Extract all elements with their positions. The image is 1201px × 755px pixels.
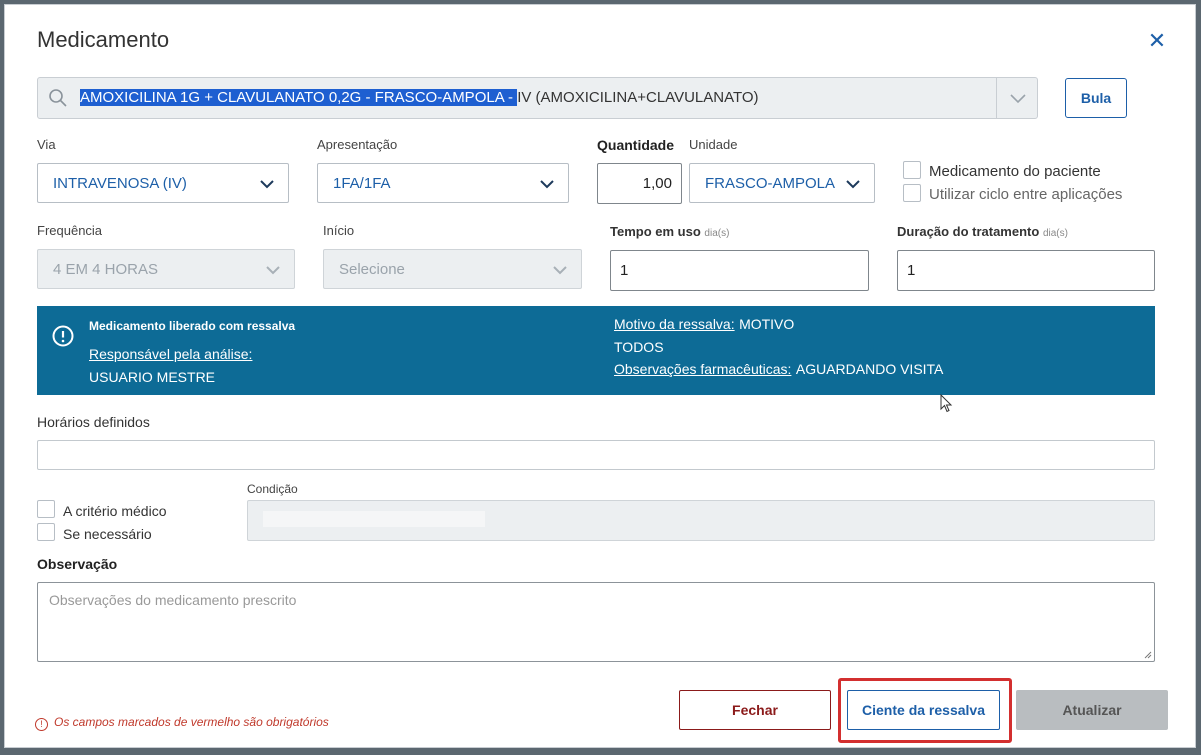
horarios-label: Horários definidos <box>37 414 150 430</box>
inicio-label: Início <box>323 223 355 238</box>
quantidade-label: Quantidade <box>597 137 675 153</box>
duracao-text: Duração do tratamento <box>897 224 1040 239</box>
motivo-line2: TODOS <box>614 339 664 355</box>
medicamento-paciente-checkbox[interactable] <box>903 161 921 179</box>
horarios-input[interactable] <box>37 440 1155 470</box>
close-icon[interactable]: ✕ <box>1147 30 1167 52</box>
observacao-textarea[interactable]: Observações do medicamento prescrito <box>37 582 1155 662</box>
required-fields-text: Os campos marcados de vermelho são obrig… <box>54 715 329 729</box>
unidade-select[interactable]: FRASCO-AMPOLA <box>689 163 875 203</box>
modal-title: Medicamento <box>37 27 170 52</box>
criterio-medico-label: A critério médico <box>63 503 167 519</box>
tempo-em-uso-text: Tempo em uso <box>610 224 701 239</box>
search-divider <box>996 78 997 118</box>
utilizar-ciclo-checkbox[interactable] <box>903 184 921 202</box>
apresentacao-value: 1FA/1FA <box>333 175 391 192</box>
motivo-value: MOTIVO <box>739 316 795 332</box>
medication-search-value[interactable]: AMOXICILINA 1G + CLAVULANATO 0,2G - FRAS… <box>80 89 759 106</box>
tempo-em-uso-label: Tempo em uso dia(s) <box>610 224 729 239</box>
via-select[interactable]: INTRAVENOSA (IV) <box>37 163 289 203</box>
mouse-cursor-icon <box>940 394 953 413</box>
tempo-em-uso-hint: dia(s) <box>704 228 730 239</box>
frequencia-value: 4 EM 4 HORAS <box>53 261 159 278</box>
bula-button[interactable]: Bula <box>1065 78 1127 118</box>
ciente-da-ressalva-button[interactable]: Ciente da ressalva <box>847 690 1000 730</box>
medicamento-modal: Medicamento ✕ AMOXICILINA 1G + CLAVULANA… <box>4 4 1196 748</box>
apresentacao-select[interactable]: 1FA/1FA <box>317 163 569 203</box>
motivo-line: Motivo da ressalva: MOTIVO <box>614 316 794 334</box>
responsavel-value: USUARIO MESTRE <box>89 369 216 385</box>
tempo-em-uso-value: 1 <box>620 262 629 279</box>
frequencia-label: Frequência <box>37 223 103 238</box>
unidade-value: FRASCO-AMPOLA <box>705 175 836 192</box>
observacao-placeholder: Observações do medicamento prescrito <box>49 592 297 608</box>
fechar-button[interactable]: Fechar <box>679 690 831 730</box>
atualizar-button: Atualizar <box>1016 690 1168 730</box>
condicao-input <box>247 500 1155 541</box>
observacao-label: Observação <box>37 556 118 572</box>
quantidade-input[interactable]: 1,00 <box>597 163 682 204</box>
medicamento-paciente-label: Medicamento do paciente <box>929 163 1101 180</box>
observacoes-label: Observações farmacêuticas: <box>614 361 792 377</box>
utilizar-ciclo-label: Utilizar ciclo entre aplicações <box>929 186 1123 203</box>
condicao-label: Condição <box>247 482 298 496</box>
chevron-down-icon[interactable] <box>1006 86 1030 110</box>
responsavel-label: Responsável pela análise: <box>89 346 253 362</box>
chevron-down-icon <box>846 180 860 189</box>
info-circle-icon: ! <box>35 718 48 731</box>
inicio-select: Selecione <box>323 249 582 289</box>
motivo-label: Motivo da ressalva: <box>614 316 735 332</box>
condicao-value-placeholder <box>263 511 485 527</box>
unidade-label: Unidade <box>689 137 738 152</box>
ressalva-alert: Medicamento liberado com ressalva Respon… <box>37 306 1155 395</box>
medication-search-combobox[interactable]: AMOXICILINA 1G + CLAVULANATO 0,2G - FRAS… <box>37 77 1038 119</box>
resize-handle-icon[interactable] <box>1144 651 1152 659</box>
duracao-label: Duração do tratamento dia(s) <box>897 224 1068 239</box>
required-fields-note: ! Os campos marcados de vermelho são obri… <box>35 715 329 731</box>
duracao-input[interactable]: 1 <box>897 250 1155 291</box>
via-label: Via <box>37 137 56 152</box>
exclamation-circle-icon <box>52 325 74 347</box>
chevron-down-icon <box>266 266 280 275</box>
search-icon <box>49 89 67 107</box>
frequencia-select: 4 EM 4 HORAS <box>37 249 295 289</box>
duracao-hint: dia(s) <box>1042 228 1068 239</box>
chevron-down-icon <box>553 266 567 275</box>
chevron-down-icon <box>540 180 554 189</box>
search-highlighted-text: AMOXICILINA 1G + CLAVULANATO 0,2G - FRAS… <box>80 89 518 106</box>
se-necessario-checkbox[interactable] <box>37 523 55 541</box>
search-rest-text: IV (AMOXICILINA+CLAVULANATO) <box>517 89 759 106</box>
chevron-down-icon <box>260 180 274 189</box>
tempo-em-uso-input[interactable]: 1 <box>610 250 869 291</box>
observacoes-line: Observações farmacêuticas: AGUARDANDO VI… <box>614 361 943 379</box>
se-necessario-label: Se necessário <box>63 526 152 542</box>
quantidade-value: 1,00 <box>642 175 672 192</box>
apresentacao-label: Apresentação <box>317 137 398 152</box>
inicio-value: Selecione <box>339 261 405 278</box>
duracao-value: 1 <box>907 262 916 279</box>
observacoes-value: AGUARDANDO VISITA <box>795 361 944 377</box>
via-value: INTRAVENOSA (IV) <box>53 175 187 192</box>
alert-title: Medicamento liberado com ressalva <box>89 319 296 333</box>
criterio-medico-checkbox[interactable] <box>37 500 55 518</box>
